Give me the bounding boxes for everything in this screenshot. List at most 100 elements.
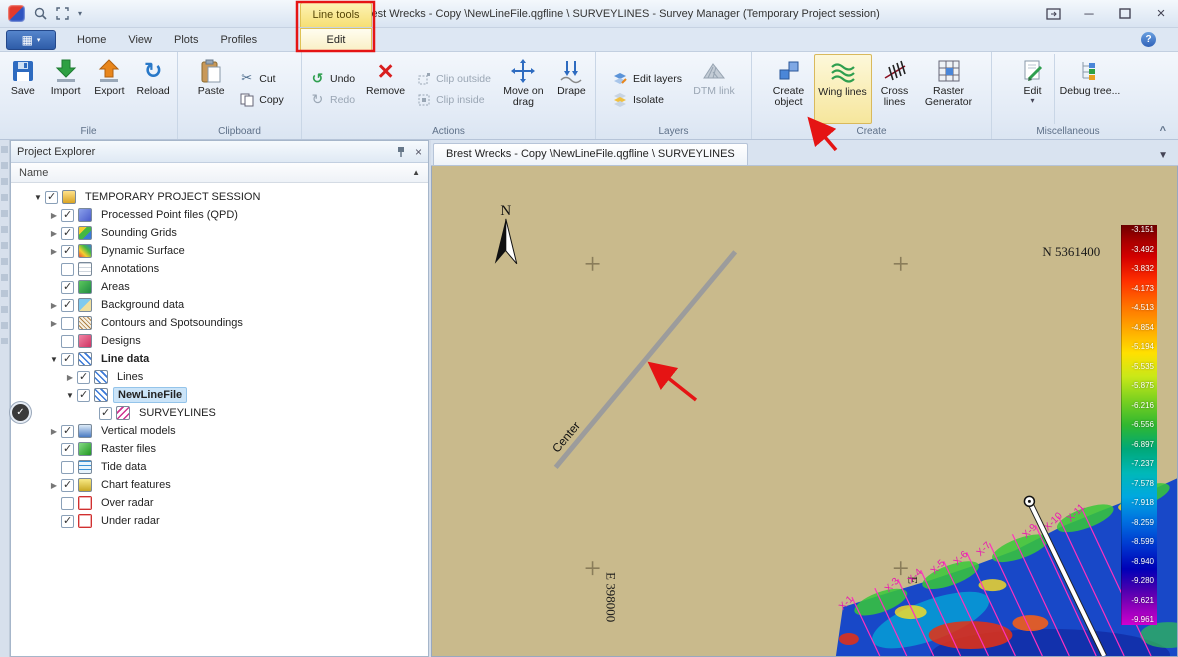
cut-button[interactable]: ✂ Cut [236, 70, 287, 87]
tree-item-over-radar[interactable]: Over radar [11, 494, 428, 512]
tree-item-chart-features[interactable]: ▶Chart features [11, 476, 428, 494]
clip-outside-button[interactable]: Clip outside [413, 70, 494, 87]
tree-item-processed-point-files[interactable]: ▶Processed Point files (QPD) [11, 206, 428, 224]
raster-generator-button[interactable]: Raster Generator [918, 54, 980, 124]
pin-icon[interactable] [395, 146, 407, 158]
checkbox[interactable] [61, 353, 74, 366]
tab-profiles[interactable]: Profiles [209, 30, 268, 51]
expander-icon[interactable]: ▶ [47, 211, 61, 220]
tree-item-lines[interactable]: ▶Lines [11, 368, 428, 386]
checkbox[interactable] [61, 281, 74, 294]
map-document-tab[interactable]: Brest Wrecks - Copy \NewLineFile.qgfline… [433, 143, 748, 165]
tree-item-surveylines[interactable]: SURVEYLINES [11, 404, 428, 422]
minimize-button[interactable]: ─ [1080, 6, 1098, 22]
tree-item-newlinefile[interactable]: ▼NewLineFile [11, 386, 428, 404]
tab-home[interactable]: Home [66, 30, 117, 51]
debug-tree-button[interactable]: Debug tree... [1055, 54, 1125, 124]
expander-icon[interactable]: ▶ [47, 301, 61, 310]
undo-button[interactable]: ↺ Undo [307, 70, 358, 87]
column-header-name[interactable]: Name ▲ [11, 163, 428, 183]
checkbox[interactable] [77, 389, 90, 402]
import-button[interactable]: Import [44, 54, 88, 124]
expander-icon[interactable]: ▶ [47, 229, 61, 238]
checkbox[interactable] [45, 191, 58, 204]
checkbox[interactable] [61, 335, 74, 348]
sort-ascending-icon[interactable]: ▲ [412, 168, 420, 177]
tab-list-chevron-icon[interactable]: ▼ [1148, 150, 1178, 165]
tree-item-tide-data[interactable]: Tide data [11, 458, 428, 476]
checkbox[interactable] [61, 299, 74, 312]
move-on-drag-button[interactable]: Move on drag [497, 54, 550, 124]
tree-item-under-radar[interactable]: Under radar [11, 512, 428, 530]
tree-item-annotations[interactable]: Annotations [11, 260, 428, 278]
redo-button[interactable]: ↻ Redo [307, 91, 358, 108]
checkbox[interactable] [61, 245, 74, 258]
expander-icon[interactable]: ▼ [31, 193, 45, 202]
tree-item-sounding-grids[interactable]: ▶Sounding Grids [11, 224, 428, 242]
application-menu-button[interactable]: ▦▾ [6, 30, 56, 50]
tree-item-background-data[interactable]: ▶Background data [11, 296, 428, 314]
checkbox[interactable] [61, 443, 74, 456]
ribbon-collapse-icon[interactable]: ^ [1160, 125, 1166, 137]
tab-plots[interactable]: Plots [163, 30, 209, 51]
map-canvas-svg[interactable]: N 5361400 N 5361200 E 398000 E 398200 N [432, 166, 1177, 656]
fullscreen-icon[interactable] [56, 7, 69, 20]
customize-chevron-icon[interactable]: ▾ [78, 9, 82, 18]
expander-icon[interactable]: ▶ [47, 427, 61, 436]
cross-lines-button[interactable]: Cross lines [872, 54, 918, 124]
dock-strip[interactable] [0, 140, 10, 657]
center-survey-line[interactable]: Center [549, 252, 735, 468]
tab-edit[interactable]: Edit [300, 28, 372, 52]
expander-icon[interactable]: ▶ [63, 373, 77, 382]
project-explorer-title: Project Explorer [17, 146, 95, 158]
tree-item-designs[interactable]: Designs [11, 332, 428, 350]
close-panel-icon[interactable]: × [415, 145, 422, 159]
expander-icon[interactable]: ▼ [63, 391, 77, 400]
reload-button[interactable]: ↻ Reload [131, 54, 175, 124]
paste-button[interactable]: Paste [189, 54, 233, 124]
drape-button[interactable]: Drape [550, 54, 593, 124]
checkbox[interactable] [61, 317, 74, 330]
checkbox[interactable] [61, 497, 74, 510]
checkbox[interactable] [99, 407, 112, 420]
help-icon[interactable]: ? [1141, 32, 1156, 47]
tree-item-line-data[interactable]: ▼Line data [11, 350, 428, 368]
checkbox[interactable] [61, 209, 74, 222]
tree-item-dynamic-surface[interactable]: ▶Dynamic Surface [11, 242, 428, 260]
copy-button[interactable]: Copy [236, 91, 287, 108]
checkbox[interactable] [61, 227, 74, 240]
save-button[interactable]: Save [2, 54, 44, 124]
ribbon-group-create: Create object Wing lines Cross lines Ras… [752, 52, 992, 139]
tree-item-areas[interactable]: Areas [11, 278, 428, 296]
tree-item-raster-files[interactable]: Raster files [11, 440, 428, 458]
create-object-button[interactable]: Create object [764, 54, 814, 124]
checkbox[interactable] [61, 425, 74, 438]
zoom-icon[interactable] [34, 7, 47, 20]
dtm-link-button[interactable]: DTM link [688, 54, 740, 124]
checkbox[interactable] [61, 461, 74, 474]
expander-icon[interactable]: ▶ [47, 319, 61, 328]
expander-icon[interactable]: ▶ [47, 247, 61, 256]
checkbox[interactable] [61, 479, 74, 492]
isolate-button[interactable]: Isolate [610, 91, 685, 108]
dock-strip-tabs[interactable] [1, 146, 8, 344]
expander-icon[interactable]: ▶ [47, 481, 61, 490]
presentation-mode-button[interactable] [1044, 6, 1062, 22]
checkbox[interactable] [61, 263, 74, 276]
tree-item-temporary-project-session[interactable]: ▼TEMPORARY PROJECT SESSION [11, 188, 428, 206]
wing-lines-button[interactable]: Wing lines [814, 54, 872, 124]
expander-icon[interactable]: ▼ [47, 355, 61, 364]
export-button[interactable]: Export [88, 54, 132, 124]
tree-item-vertical-models[interactable]: ▶Vertical models [11, 422, 428, 440]
tree-item-contours-spotsoundings[interactable]: ▶Contours and Spotsoundings [11, 314, 428, 332]
clip-inside-button[interactable]: Clip inside [413, 91, 494, 108]
checkbox[interactable] [61, 515, 74, 528]
checkbox[interactable] [77, 371, 90, 384]
map-canvas[interactable]: N 5361400 N 5361200 E 398000 E 398200 N [431, 166, 1178, 657]
edit-layers-button[interactable]: Edit layers [610, 70, 685, 87]
close-button[interactable]: × [1152, 6, 1170, 22]
remove-button[interactable]: × Remove [361, 54, 410, 124]
maximize-button[interactable] [1116, 6, 1134, 22]
edit-button[interactable]: Edit ▾ [1011, 54, 1055, 124]
tab-view[interactable]: View [117, 30, 163, 51]
